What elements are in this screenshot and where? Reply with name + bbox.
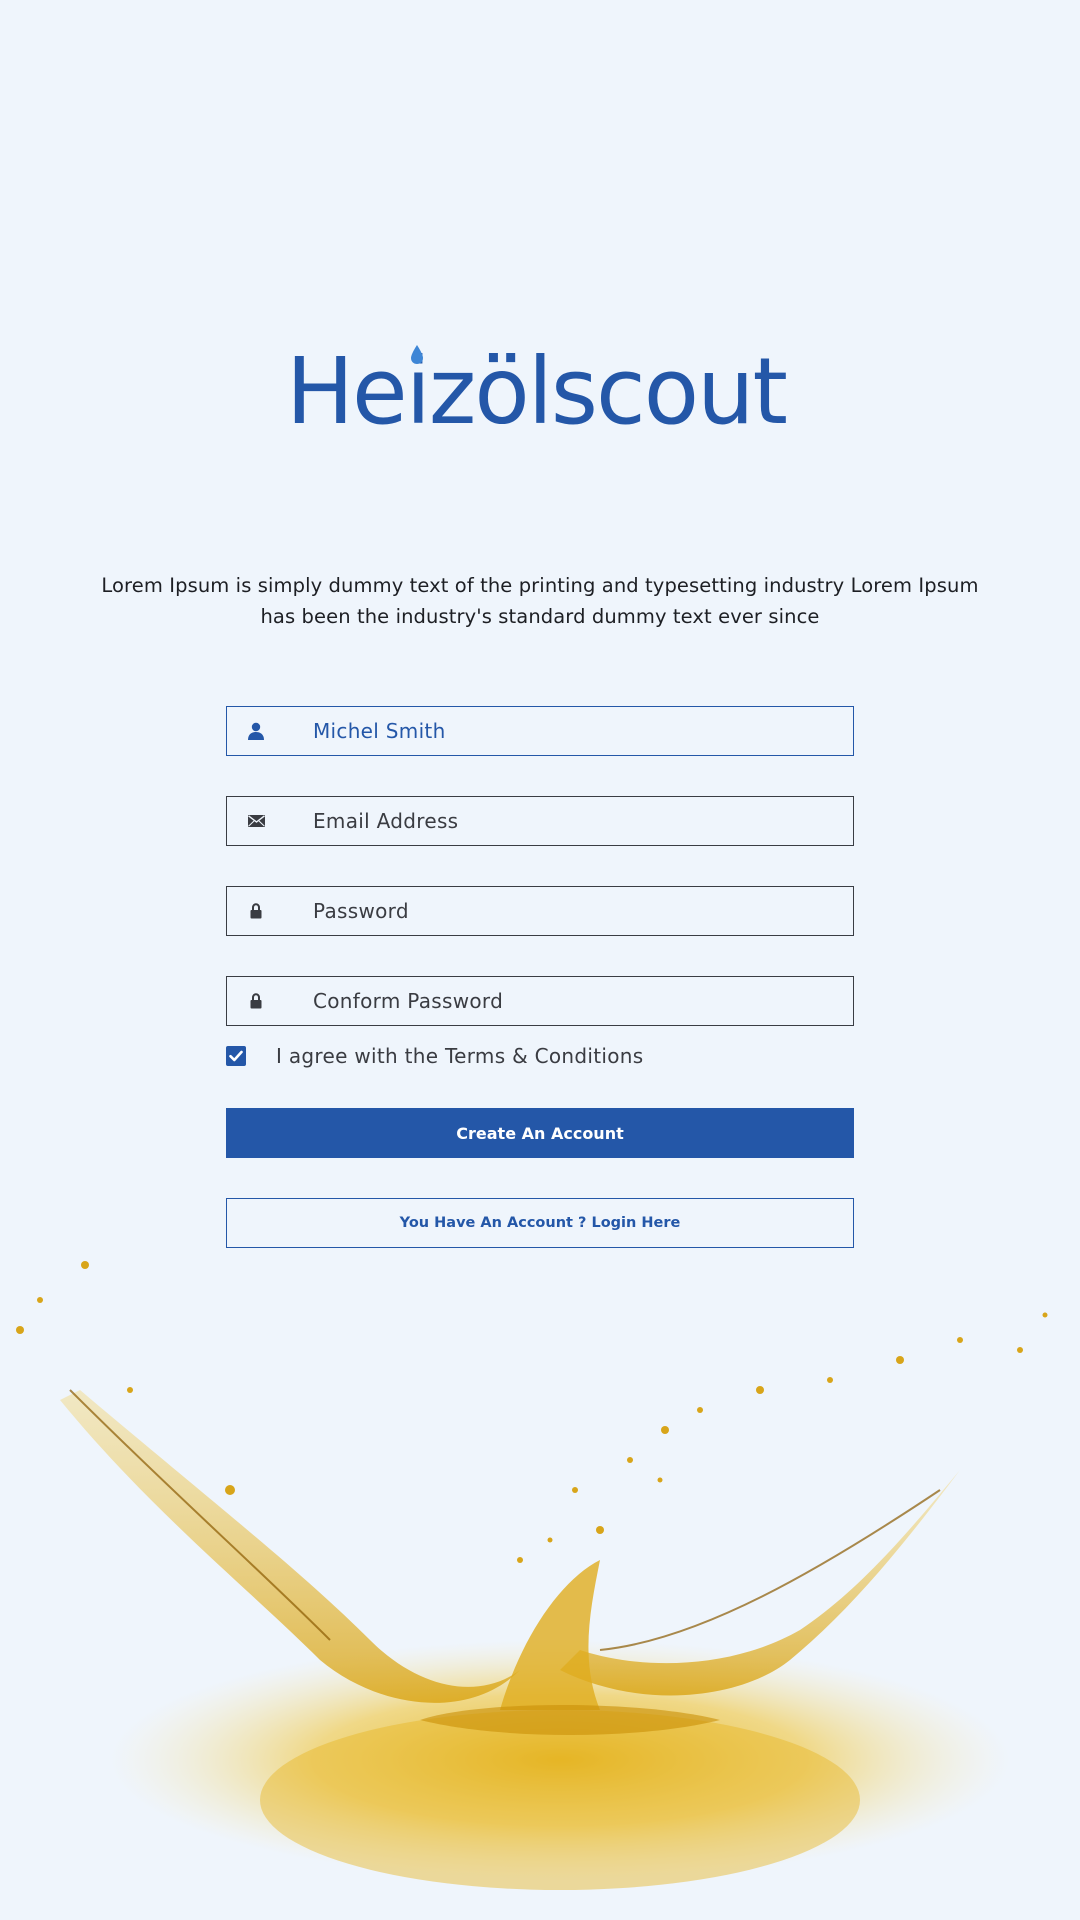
terms-label: I agree with the Terms & Conditions [276, 1044, 644, 1068]
envelope-icon [227, 815, 285, 827]
email-input[interactable] [313, 809, 813, 833]
name-input[interactable] [313, 719, 813, 743]
intro-text: Lorem Ipsum is simply dummy text of the … [100, 570, 980, 632]
terms-row: I agree with the Terms & Conditions [226, 1044, 644, 1068]
signup-screen: Heizölscout Lorem Ipsum is simply dummy … [0, 0, 1080, 1920]
password-field[interactable] [226, 886, 854, 936]
password-input[interactable] [313, 899, 813, 923]
oil-splash-image [0, 1240, 1080, 1920]
email-field[interactable] [226, 796, 854, 846]
user-icon [227, 722, 285, 740]
confirm-password-field[interactable] [226, 976, 854, 1026]
name-field[interactable] [226, 706, 854, 756]
svg-text:Heizölscout: Heizölscout [286, 340, 786, 440]
check-icon [229, 1050, 243, 1062]
intro-line-1: Lorem Ipsum is simply dummy text of the … [101, 574, 979, 597]
intro-line-2: has been the industry's standard dummy t… [260, 605, 820, 628]
confirm-password-input[interactable] [313, 989, 813, 1013]
lock-icon [227, 903, 285, 919]
terms-checkbox[interactable] [226, 1046, 246, 1066]
lock-icon [227, 993, 285, 1009]
brand-logo: Heizölscout [286, 340, 794, 440]
create-account-button[interactable]: Create An Account [226, 1108, 854, 1158]
